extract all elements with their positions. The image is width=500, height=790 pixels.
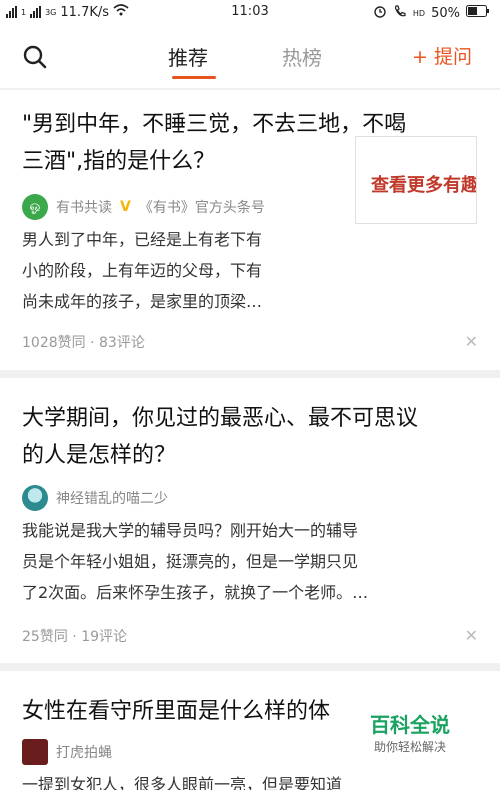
- title-line: 三酒",指的是什么？: [22, 149, 216, 174]
- verified-badge: V: [120, 199, 131, 215]
- thumbnail-image[interactable]: 查看更多有趣: [355, 136, 477, 224]
- answer-excerpt[interactable]: 一提到女犯人，很多人眼前一亮，但是要知道: [22, 769, 342, 790]
- question-title[interactable]: "男到中年，不睡三觉，不去三地，不喝 三酒",指的是什么？: [22, 106, 406, 180]
- excerpt-line: 男人到了中年，已经是上有老下有: [22, 230, 263, 249]
- battery-percent: 50%: [431, 5, 460, 21]
- excerpt-line: 小的阶段，上有年迈的父母，下有: [22, 261, 263, 280]
- excerpt-line: 了2次面。后来怀孕生孩子，就换了一个老师。…: [22, 583, 369, 602]
- author-row[interactable]: 打虎拍蝇: [22, 739, 112, 765]
- avatar[interactable]: ஓ: [22, 194, 48, 220]
- question-title[interactable]: 大学期间，你见过的最恶心、最不可思议 的人是怎样的？: [22, 400, 418, 474]
- excerpt-line: 尚未成年的孩子，是家里的顶梁…: [22, 292, 263, 311]
- alarm-icon: [373, 4, 387, 22]
- title-line: 的人是怎样的？: [22, 443, 177, 468]
- author-description: 《有书》官方头条号: [138, 200, 265, 216]
- active-tab-indicator: [172, 76, 216, 79]
- search-icon[interactable]: [22, 44, 48, 70]
- avatar[interactable]: [22, 739, 48, 765]
- answer-excerpt[interactable]: 我能说是我大学的辅导员吗？刚开始大一的辅导 员是个年轻小姐姐，挺漂亮的，但是一学…: [22, 515, 368, 608]
- close-icon[interactable]: ✕: [465, 626, 478, 645]
- author-row[interactable]: 神经错乱的喵二少: [22, 485, 168, 511]
- top-navigation: 推荐 热榜 + 提问: [0, 24, 500, 88]
- status-right: HD 50%: [373, 4, 490, 22]
- separator-dot: ·: [90, 335, 95, 351]
- thumbnail-caption: 查看更多有趣: [371, 175, 477, 196]
- author-name[interactable]: 打虎拍蝇: [56, 742, 112, 762]
- tab-hot-list[interactable]: 热榜: [282, 42, 322, 71]
- status-bar: 1 3G 11.7K/s 11:03 HD 50%: [0, 0, 500, 24]
- title-line: 女性在看守所里面是什么样的体: [22, 699, 331, 724]
- question-title[interactable]: 女性在看守所里面是什么样的体: [22, 693, 330, 730]
- comments-count[interactable]: 83评论: [99, 335, 145, 351]
- author-name[interactable]: 有书共读: [56, 197, 112, 217]
- author-row[interactable]: ஓ 有书共读 V 《有书》官方头条号: [22, 194, 265, 220]
- title-line: "男到中年，不睡三觉，不去三地，不喝: [22, 112, 407, 137]
- avatar[interactable]: [22, 485, 48, 511]
- likes-count: 25赞同: [22, 629, 68, 645]
- watermark-logo: 百科全说 助你轻松解决: [350, 712, 470, 760]
- hd-label: HD: [412, 8, 426, 18]
- feed-item[interactable]: 大学期间，你见过的最恶心、最不可思议 的人是怎样的？ 神经错乱的喵二少 我能说是…: [0, 378, 500, 663]
- likes-count: 1028赞同: [22, 335, 86, 351]
- separator-dot: ·: [72, 629, 77, 645]
- excerpt-line: 一提到女犯人，很多人眼前一亮，但是要知道: [22, 775, 343, 790]
- watermark-title: 百科全说: [370, 713, 450, 737]
- ask-question-button[interactable]: + 提问: [412, 42, 472, 69]
- author-name[interactable]: 神经错乱的喵二少: [56, 488, 168, 508]
- battery-icon: [466, 5, 490, 21]
- excerpt-line: 员是个年轻小姐姐，挺漂亮的，但是一学期只见: [22, 552, 359, 571]
- tab-recommend[interactable]: 推荐: [168, 42, 208, 71]
- watermark-subtitle: 助你轻松解决: [373, 740, 446, 754]
- excerpt-line: 我能说是我大学的辅导员吗？刚开始大一的辅导: [22, 521, 359, 540]
- answer-excerpt[interactable]: 男人到了中年，已经是上有老下有 小的阶段，上有年迈的父母，下有 尚未成年的孩子，…: [22, 224, 262, 317]
- feed-item[interactable]: "男到中年，不睡三觉，不去三地，不喝 三酒",指的是什么？ ஓ 有书共读 V 《…: [0, 90, 500, 370]
- stats-row: 25赞同 · 19评论: [22, 626, 127, 646]
- close-icon[interactable]: ✕: [465, 332, 478, 351]
- call-hd-icon: [393, 4, 407, 22]
- comments-count[interactable]: 19评论: [81, 629, 127, 645]
- title-line: 大学期间，你见过的最恶心、最不可思议: [22, 406, 419, 431]
- stats-row: 1028赞同 · 83评论: [22, 332, 145, 352]
